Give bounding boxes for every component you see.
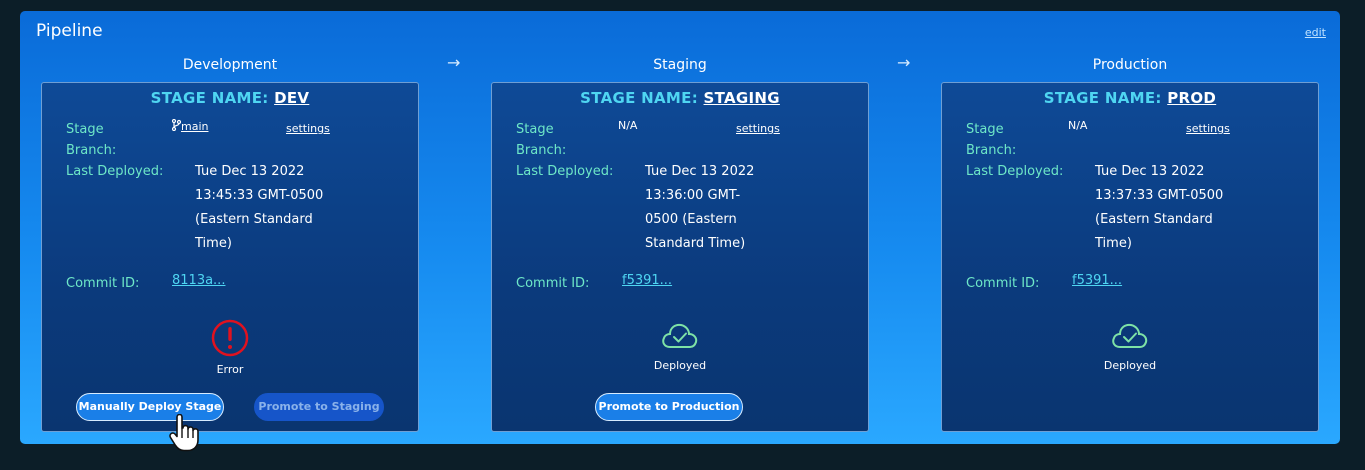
stage-name-value[interactable]: PROD — [1167, 89, 1216, 107]
cloud-check-icon — [1110, 323, 1150, 357]
stage-card: STAGE NAME: STAGING Stage Branch: N/A se… — [491, 82, 869, 432]
panel-title: Pipeline — [36, 21, 103, 41]
commit-id-link[interactable]: 8113a... — [172, 273, 225, 288]
branch-value: N/A — [1068, 119, 1087, 132]
stage-column-development: Development STAGE NAME: DEV Stage Branch… — [41, 55, 419, 432]
promote-to-production-button[interactable]: Promote to Production — [595, 393, 743, 421]
commit-id-link[interactable]: f5391... — [622, 273, 672, 288]
settings-link[interactable]: settings — [286, 122, 330, 135]
cloud-check-icon — [660, 323, 700, 357]
status-label: Deployed — [1103, 359, 1157, 372]
last-deployed-value: Tue Dec 13 2022 13:36:00 GMT- 0500 (East… — [645, 164, 755, 251]
hand-cursor-icon — [168, 413, 202, 456]
stage-branch-label: Stage Branch: — [66, 122, 117, 158]
settings-link[interactable]: settings — [1186, 122, 1230, 135]
branch-value[interactable]: main — [171, 118, 208, 133]
arrow-right-icon: → — [447, 53, 461, 72]
status-indicator: Deployed — [942, 319, 1318, 372]
commit-id-link[interactable]: f5391... — [1072, 273, 1122, 288]
stage-title: Production — [1092, 57, 1168, 73]
last-deployed-label: Last Deployed: — [66, 164, 164, 179]
arrow-right-icon: → — [897, 53, 911, 72]
last-deployed-label: Last Deployed: — [516, 164, 614, 179]
stage-title: Staging — [653, 57, 707, 73]
stage-name-prefix: STAGE NAME: — [580, 89, 699, 107]
stage-name-value[interactable]: STAGING — [704, 89, 780, 107]
error-icon — [211, 319, 249, 361]
commit-id-label: Commit ID: — [966, 276, 1040, 291]
stage-name-heading: STAGE NAME: DEV — [42, 89, 418, 107]
status-indicator: Deployed — [492, 319, 868, 372]
status-indicator: Error — [42, 319, 418, 376]
branch-link[interactable]: main — [181, 120, 208, 133]
stage-name-prefix: STAGE NAME: — [150, 89, 269, 107]
stage-branch-label: Stage Branch: — [966, 122, 1017, 158]
status-label: Deployed — [653, 359, 707, 372]
stage-card: STAGE NAME: DEV Stage Branch: main setti… — [41, 82, 419, 432]
branch-text: N/A — [618, 119, 638, 132]
edit-link[interactable]: edit — [1305, 26, 1326, 39]
stage-name-value[interactable]: DEV — [274, 89, 309, 107]
stage-card: STAGE NAME: PROD Stage Branch: N/A setti… — [941, 82, 1319, 432]
branch-text: N/A — [1068, 119, 1088, 132]
stage-name-heading: STAGE NAME: PROD — [942, 89, 1318, 107]
last-deployed-label: Last Deployed: — [966, 164, 1064, 179]
status-label: Error — [216, 363, 244, 376]
commit-id-label: Commit ID: — [516, 276, 590, 291]
last-deployed-value: Tue Dec 13 2022 13:45:33 GMT-0500 (Easte… — [195, 164, 324, 251]
stage-name-prefix: STAGE NAME: — [1043, 89, 1162, 107]
stage-name-heading: STAGE NAME: STAGING — [492, 89, 868, 107]
settings-link[interactable]: settings — [736, 122, 780, 135]
stage-branch-label: Stage Branch: — [516, 122, 567, 158]
stage-title: Development — [182, 57, 278, 73]
promote-to-staging-button[interactable]: Promote to Staging — [254, 393, 384, 421]
stage-column-staging: Staging STAGE NAME: STAGING Stage Branch… — [491, 55, 869, 432]
last-deployed-value: Tue Dec 13 2022 13:37:33 GMT-0500 (Easte… — [1095, 164, 1224, 251]
stage-column-production: Production STAGE NAME: PROD Stage Branch… — [941, 55, 1319, 432]
branch-value: N/A — [618, 119, 637, 132]
git-branch-icon — [171, 118, 182, 133]
pipeline-panel: Pipeline edit → → Development STAGE NAME… — [20, 11, 1340, 444]
commit-id-label: Commit ID: — [66, 276, 140, 291]
